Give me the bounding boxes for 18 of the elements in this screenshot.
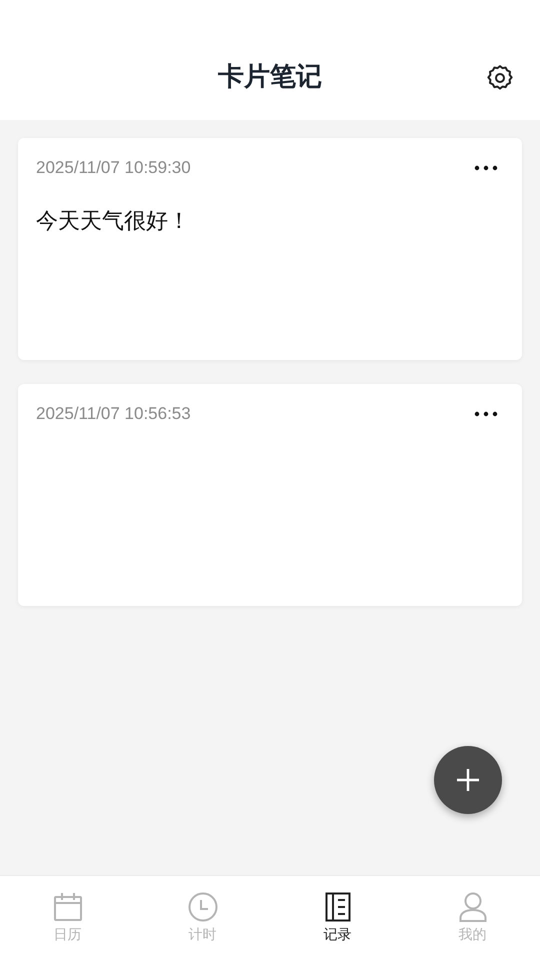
- note-time: 2025/11/07 10:59:30: [36, 158, 191, 178]
- note-text: 今天天气很好！: [36, 208, 191, 236]
- tab[interactable]: 我的: [405, 876, 540, 960]
- page-title: 卡片笔记: [218, 61, 322, 94]
- more-icon[interactable]: [474, 165, 498, 171]
- tab[interactable]: 日历: [0, 876, 135, 960]
- note-time: 2025/11/07 10:56:53: [36, 404, 191, 424]
- calendar-icon: [52, 892, 82, 922]
- note-card[interactable]: 2025/11/07 10:59:30 今天天气很好！: [18, 138, 522, 360]
- user-icon: [458, 892, 486, 922]
- note-card[interactable]: 2025/11/07 10:56:53: [18, 384, 522, 606]
- plus-icon: [456, 768, 480, 792]
- more-icon[interactable]: [474, 411, 498, 417]
- tab[interactable]: 记录: [270, 876, 405, 960]
- tab[interactable]: 计时: [135, 876, 270, 960]
- clock-icon: [188, 892, 218, 922]
- add-button[interactable]: [434, 746, 502, 814]
- notebook-icon: [324, 892, 350, 922]
